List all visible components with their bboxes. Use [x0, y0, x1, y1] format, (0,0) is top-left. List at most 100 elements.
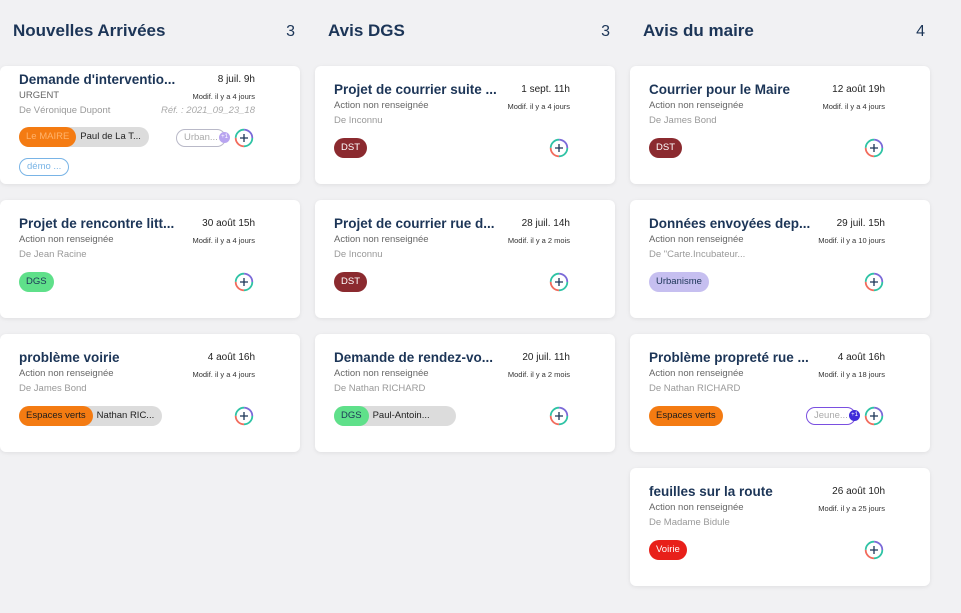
add-circle-icon[interactable] — [234, 128, 254, 148]
card[interactable]: Projet de courrier suite ... 1 sept. 11h… — [315, 66, 615, 184]
tag-dst[interactable]: DST — [334, 138, 367, 158]
add-circle-icon[interactable] — [234, 406, 254, 426]
tag-espaces-verts[interactable]: Espaces verts — [649, 406, 723, 426]
card-title: Demande d'interventio... — [19, 72, 176, 87]
add-circle-icon[interactable] — [864, 272, 884, 292]
card-date: 30 août 15h — [202, 218, 255, 229]
tag-voirie[interactable]: Voirie — [649, 540, 687, 560]
card-date: 20 juil. 11h — [522, 352, 570, 363]
tag-espaces-verts[interactable]: Espaces verts — [19, 406, 93, 426]
column-title: Nouvelles Arrivées — [13, 21, 166, 40]
column-title: Avis DGS — [328, 21, 405, 40]
tag-person[interactable]: Paul-Antoin... — [369, 406, 456, 426]
card-status: Action non renseignée — [19, 234, 114, 245]
card-date: 26 août 10h — [832, 486, 885, 497]
column-avis-dgs: Avis DGS 3 Projet de courrier suite ... … — [315, 0, 615, 452]
card-status: Action non renseignée — [649, 100, 744, 111]
card-date: 28 juil. 14h — [521, 218, 570, 229]
column-header: Avis DGS 3 — [315, 0, 615, 62]
add-circle-icon[interactable] — [549, 272, 569, 292]
add-circle-icon[interactable] — [864, 540, 884, 560]
tag-group[interactable]: Le MAIRE Paul de La T... — [19, 127, 149, 147]
card-modified: Modif. il y a 2 mois — [507, 370, 570, 379]
add-circle-icon[interactable] — [864, 138, 884, 158]
card-modified: Modif. il y a 2 mois — [507, 236, 570, 245]
card-title: Données envoyées dep... — [649, 216, 811, 231]
card-title: Demande de rendez-vo... — [334, 350, 494, 365]
tag-group[interactable]: DGS Paul-Antoin... — [334, 406, 456, 426]
card[interactable]: Projet de courrier rue d... 28 juil. 14h… — [315, 200, 615, 318]
add-circle-icon[interactable] — [549, 138, 569, 158]
card-date: 12 août 19h — [832, 84, 885, 95]
card-date: 1 sept. 11h — [521, 84, 570, 95]
tag-dgs[interactable]: DGS — [19, 272, 54, 292]
tag-group[interactable]: Espaces verts Nathan RIC... — [19, 406, 163, 426]
card-sender: De "Carte.Incubateur... — [649, 249, 746, 260]
card-title: Problème propreté rue ... — [649, 350, 809, 365]
card-status: Action non renseignée — [334, 368, 429, 379]
card[interactable]: Courrier pour le Maire 12 août 19h Actio… — [630, 66, 930, 184]
tag-demo-pill[interactable]: démo ... — [19, 158, 70, 176]
card-title: Projet de rencontre litt... — [19, 216, 175, 231]
card-sender: De Nathan RICHARD — [334, 383, 426, 394]
card-sender: De Jean Racine — [19, 249, 87, 260]
card-date: 29 juil. 15h — [836, 218, 885, 229]
add-circle-icon[interactable] — [234, 272, 254, 292]
add-circle-icon[interactable] — [864, 406, 884, 426]
column-header: Avis du maire 4 — [630, 0, 930, 62]
tag-le-maire[interactable]: Le MAIRE — [19, 127, 77, 147]
card-date: 8 juil. 9h — [217, 74, 255, 85]
card-title: feuilles sur la route — [649, 484, 773, 499]
column-avis-du-maire: Avis du maire 4 Courrier pour le Maire 1… — [630, 0, 930, 586]
card-status: Action non renseignée — [334, 100, 429, 111]
card-status: Action non renseignée — [649, 234, 744, 245]
card-status: Action non renseignée — [19, 368, 114, 379]
tag-urbanisme[interactable]: Urbanisme — [649, 272, 709, 292]
more-tags-badge[interactable]: +1 — [849, 410, 860, 421]
tag-person[interactable]: Nathan RIC... — [93, 406, 163, 426]
card[interactable]: Demande de rendez-vo... 20 juil. 11h Act… — [315, 334, 615, 452]
tag-dst[interactable]: DST — [649, 138, 682, 158]
card-sender: De Inconnu — [334, 249, 383, 260]
card-status: Action non renseignée — [649, 368, 744, 379]
column-count: 3 — [601, 23, 610, 40]
tag-dgs[interactable]: DGS — [334, 406, 369, 426]
card-modified: Modif. il y a 4 jours — [192, 236, 255, 245]
card[interactable]: feuilles sur la route 26 août 10h Action… — [630, 468, 930, 586]
column-count: 4 — [916, 23, 925, 40]
card-title: Projet de courrier suite ... — [334, 82, 497, 97]
card-sender: De Madame Bidule — [649, 517, 730, 528]
more-tags-badge[interactable]: +1 — [219, 132, 230, 143]
card-status: URGENT — [19, 90, 60, 101]
card-modified: Modif. il y a 4 jours — [192, 92, 255, 101]
card-sender: De Inconnu — [334, 115, 383, 126]
card-status: Action non renseignée — [334, 234, 429, 245]
tag-person[interactable]: Paul de La T... — [76, 127, 149, 147]
card-modified: Modif. il y a 4 jours — [507, 102, 570, 111]
card-status: Action non renseignée — [649, 502, 744, 513]
column-header: Nouvelles Arrivées 3 — [0, 0, 300, 62]
column-title: Avis du maire — [643, 21, 754, 40]
card-title: Projet de courrier rue d... — [334, 216, 495, 231]
add-circle-icon[interactable] — [549, 406, 569, 426]
card-modified: Modif. il y a 4 jours — [822, 102, 885, 111]
card-sender: De Véronique Dupont — [19, 105, 111, 116]
card-modified: Modif. il y a 10 jours — [818, 236, 885, 245]
card-reference: Réf. : 2021_09_23_18 — [160, 105, 255, 116]
column-nouvelles-arrivees: Nouvelles Arrivées 3 Demande d'intervent… — [0, 0, 300, 452]
card-date: 4 août 16h — [837, 352, 885, 363]
card[interactable]: Projet de rencontre litt... 30 août 15h … — [0, 200, 300, 318]
card[interactable]: problème voirie 4 août 16h Action non re… — [0, 334, 300, 452]
card-modified: Modif. il y a 18 jours — [818, 370, 885, 379]
column-count: 3 — [286, 23, 295, 40]
card-sender: De Nathan RICHARD — [649, 383, 741, 394]
card[interactable]: Données envoyées dep... 29 juil. 15h Act… — [630, 200, 930, 318]
card-date: 4 août 16h — [207, 352, 255, 363]
card-title: Courrier pour le Maire — [649, 82, 791, 97]
tag-dst[interactable]: DST — [334, 272, 367, 292]
card[interactable]: Problème propreté rue ... 4 août 16h Act… — [630, 334, 930, 452]
card[interactable]: Demande d'interventio... 8 juil. 9h URGE… — [0, 66, 300, 184]
card-sender: De James Bond — [649, 115, 717, 126]
card-modified: Modif. il y a 4 jours — [192, 370, 255, 379]
card-sender: De James Bond — [19, 383, 87, 394]
